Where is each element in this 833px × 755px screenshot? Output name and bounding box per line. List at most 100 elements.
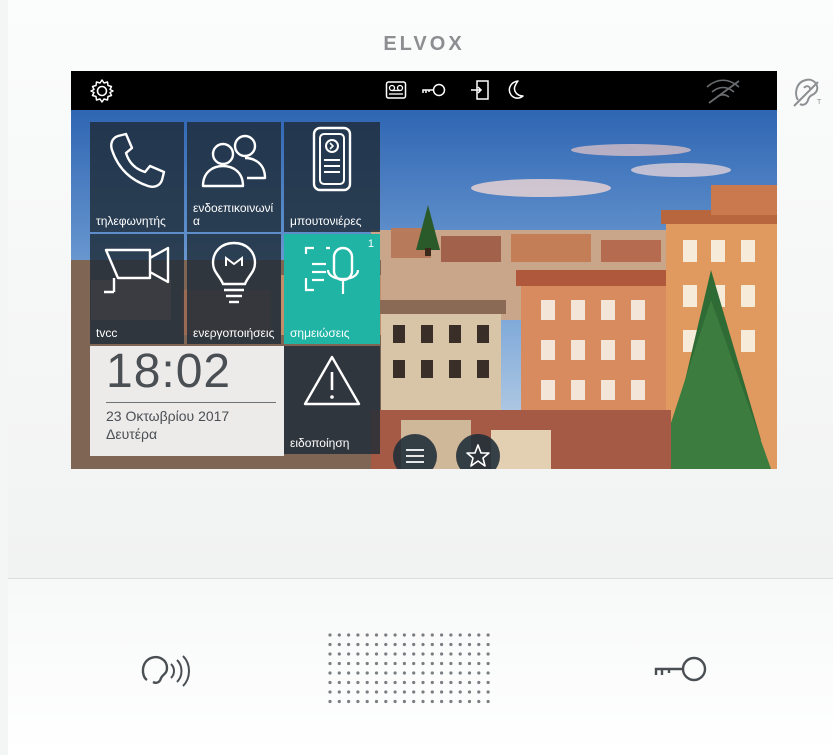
speaker-hole xyxy=(337,680,341,685)
speaker-hole xyxy=(328,652,332,656)
speaker-hole xyxy=(430,699,434,704)
speaker-hole xyxy=(467,652,472,656)
speaker-hole xyxy=(421,699,425,704)
speaker-hole xyxy=(337,699,341,704)
tile-label: μπουτονιέρες xyxy=(290,214,362,228)
speaker-hole xyxy=(421,661,425,666)
speaker-hole xyxy=(337,633,341,637)
speaker-hole xyxy=(486,661,490,666)
speaker-hole xyxy=(328,671,332,675)
phone-icon xyxy=(110,132,166,188)
speaker-hole xyxy=(347,633,351,637)
menu-list-button[interactable] xyxy=(393,434,437,469)
speaker-hole xyxy=(374,642,379,647)
tile-alert[interactable]: ειδοποίηση xyxy=(284,346,380,454)
speaker-hole xyxy=(356,699,360,704)
speaker-hole xyxy=(365,652,369,656)
speaker-hole xyxy=(402,642,406,647)
voice-memo-icon xyxy=(304,246,360,294)
speaker-hole xyxy=(356,652,360,656)
speaker-hole xyxy=(384,652,388,656)
speaker-hole xyxy=(467,633,472,637)
clock-widget: 18:02 23 Οκτωβρίου 2017 Δευτέρα xyxy=(90,345,284,456)
speaker-hole xyxy=(440,642,444,647)
favorites-button[interactable] xyxy=(456,434,500,469)
speaker-hole xyxy=(430,661,434,666)
moon-icon xyxy=(508,80,524,99)
touchscreen: τηλεφωνητής ενδοεπικοινωνία μπουτονιέρες… xyxy=(71,71,777,469)
speaker-hole xyxy=(449,642,453,647)
speaker-hole xyxy=(402,633,406,637)
speaker-hole xyxy=(384,671,388,675)
hearing-loop-icon: T xyxy=(793,78,822,107)
speaker-hole xyxy=(328,690,332,694)
speaker-hole xyxy=(365,680,369,685)
speaker-hole xyxy=(412,661,416,666)
tile-answering-machine[interactable]: τηλεφωνητής xyxy=(90,122,184,232)
speaker-hole xyxy=(393,699,397,704)
users-icon xyxy=(201,134,267,188)
tile-label: tvcc xyxy=(96,326,118,340)
speaker-hole xyxy=(402,671,406,675)
speaker-hole xyxy=(374,652,379,656)
speaker-hole xyxy=(393,652,397,656)
tile-notes[interactable]: 1 σημειώσεις xyxy=(284,234,380,344)
speaker-hole xyxy=(393,661,397,666)
speaker-hole xyxy=(458,699,462,704)
svg-text:T: T xyxy=(817,99,822,106)
speaker-hole xyxy=(486,642,490,647)
speaker-hole xyxy=(384,633,388,637)
speaker-hole xyxy=(337,690,341,694)
speaker-hole xyxy=(356,680,360,685)
door-key-button-icon[interactable] xyxy=(652,652,712,686)
speaker-hole xyxy=(393,690,397,694)
speaker-hole xyxy=(477,633,481,637)
clock-divider xyxy=(106,402,276,403)
speaker-hole xyxy=(458,690,462,694)
talk-button-icon[interactable] xyxy=(137,650,197,690)
speaker-hole xyxy=(449,680,453,685)
speaker-hole xyxy=(467,671,472,675)
speaker-hole xyxy=(458,633,462,637)
tile-label: ενδοεπικοινωνία xyxy=(193,201,274,228)
speaker-hole xyxy=(365,699,369,704)
speaker-hole xyxy=(402,680,406,685)
speaker-hole xyxy=(440,690,444,694)
speaker-hole xyxy=(486,680,490,685)
door-panel-icon xyxy=(312,126,352,192)
speaker-hole xyxy=(467,642,472,647)
speaker-hole xyxy=(347,699,351,704)
speaker-hole xyxy=(402,661,406,666)
tile-label: ενεργοποιήσεις xyxy=(193,326,275,340)
clock-day: Δευτέρα xyxy=(106,426,158,442)
speaker-hole xyxy=(412,642,416,647)
gear-icon[interactable] xyxy=(89,78,115,104)
speaker-hole xyxy=(486,652,490,656)
speaker-hole xyxy=(467,699,472,704)
speaker-hole xyxy=(440,699,444,704)
tile-door-panels[interactable]: μπουτονιέρες xyxy=(284,122,380,232)
speaker-hole xyxy=(430,680,434,685)
speaker-hole xyxy=(477,661,481,666)
tile-activations[interactable]: ενεργοποιήσεις xyxy=(187,234,281,344)
speaker-hole xyxy=(467,680,472,685)
speaker-hole xyxy=(430,690,434,694)
speaker-hole xyxy=(374,633,379,637)
tile-cctv[interactable]: tvcc xyxy=(90,234,184,344)
speaker-hole xyxy=(440,661,444,666)
speaker-hole xyxy=(412,699,416,704)
speaker-hole xyxy=(486,690,490,694)
speaker-hole xyxy=(356,661,360,666)
tile-intercom[interactable]: ενδοεπικοινωνία xyxy=(187,122,281,232)
speaker-hole xyxy=(356,642,360,647)
speaker-hole xyxy=(347,652,351,656)
lightbulb-icon xyxy=(211,241,257,304)
tile-label: ειδοποίηση xyxy=(290,436,350,450)
speaker-hole xyxy=(477,680,481,685)
speaker-hole xyxy=(486,699,490,704)
speaker-hole xyxy=(337,652,341,656)
speaker-hole xyxy=(365,661,369,666)
speaker-hole xyxy=(337,642,341,647)
speaker-hole xyxy=(440,671,444,675)
speaker-hole xyxy=(384,680,388,685)
